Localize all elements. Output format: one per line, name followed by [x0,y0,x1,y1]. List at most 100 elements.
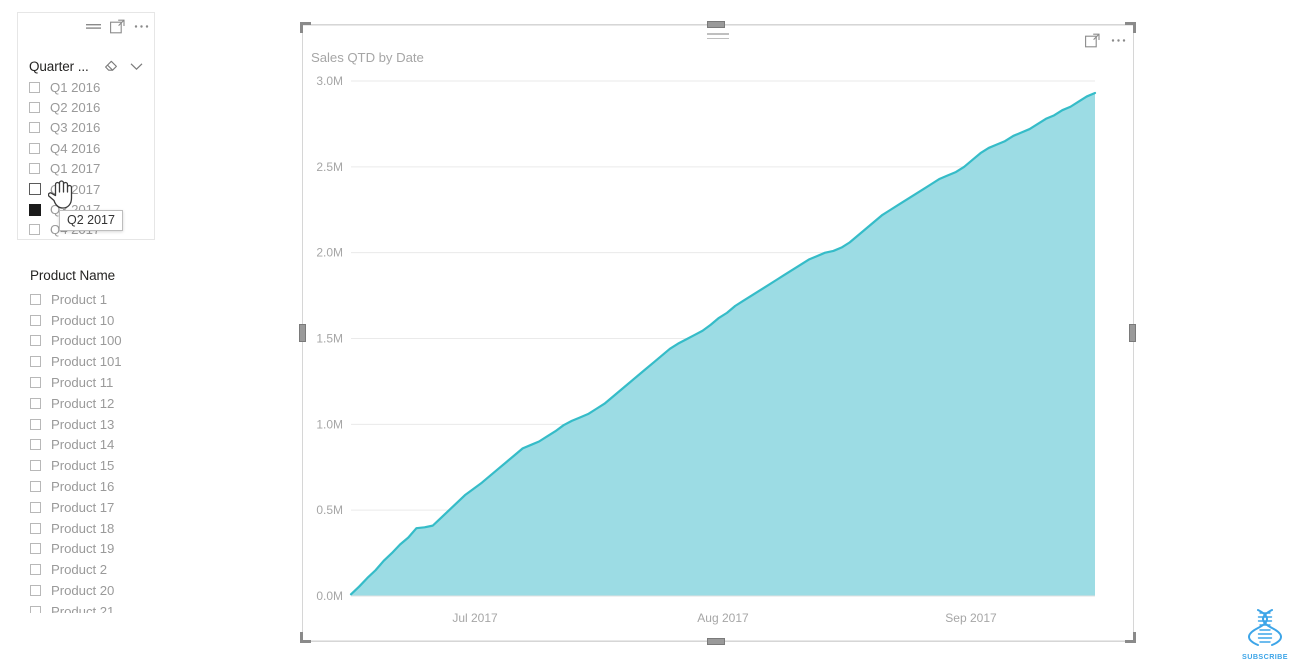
checkbox-icon[interactable] [30,314,41,326]
quarter-slicer-item-label: Q2 2017 [50,181,101,197]
product-slicer-item-label: Product 18 [51,520,115,536]
checkbox-icon[interactable] [29,183,41,196]
focus-mode-icon[interactable] [109,18,126,35]
y-axis-tick-label: 1.0M [316,417,343,431]
resize-handle-middle-right[interactable] [1129,324,1136,342]
sales-qtd-chart-visual[interactable]: Sales QTD by Date 0.0M 0.5M 1.0M 1.5M 2.0M 2.… [302,25,1134,641]
product-slicer-item-label: Product 16 [51,479,115,495]
quarter-slicer-item-label: Q1 2017 [50,161,101,177]
product-slicer-item-label: Product 2 [51,562,107,578]
checkbox-icon[interactable] [30,397,41,409]
more-options-icon[interactable] [1110,32,1127,49]
product-slicer-item[interactable]: Product 17 [30,497,180,518]
checkbox-icon[interactable] [30,481,41,493]
quarter-slicer-item[interactable]: Q1 2016 [29,77,150,97]
subscribe-label: SUBSCRIBE [1242,652,1288,661]
product-slicer-item-label: Product 14 [51,437,115,453]
resize-handle-middle-left[interactable] [299,324,306,342]
checkbox-icon[interactable] [30,522,41,534]
quarter-slicer-item[interactable]: Q2 2016 [29,97,150,117]
product-slicer-item[interactable]: Product 11 [30,372,180,393]
product-slicer-item-label: Product 101 [51,354,122,370]
checkbox-icon[interactable] [30,293,41,305]
checkbox-icon[interactable] [30,605,41,613]
checkbox-icon[interactable] [29,142,40,154]
visual-drag-handle[interactable] [707,33,729,42]
y-axis-tick-label: 0.0M [316,589,343,603]
y-axis-tick-label: 0.5M [316,503,343,517]
resize-handle-top-center[interactable] [707,21,725,28]
product-slicer-item[interactable]: Product 2 [30,559,180,580]
chart-plot-area[interactable]: 0.0M 0.5M 1.0M 1.5M 2.0M 2.5M 3.0M Jul 2017 Aug … [303,71,1133,641]
resize-handle-bottom-right[interactable] [1125,632,1136,643]
y-axis-tick-label: 1.5M [316,332,343,346]
quarter-slicer-header: Quarter ... [29,56,147,76]
product-slicer-item[interactable]: Product 1 [30,289,180,310]
product-slicer-item-label: Product 19 [51,541,115,557]
y-axis-tick-label: 2.5M [316,160,343,174]
checkbox-icon[interactable] [29,102,40,114]
checkbox-icon[interactable] [30,377,41,389]
eraser-icon[interactable] [102,58,119,75]
product-slicer-item[interactable]: Product 16 [30,476,180,497]
resize-handle-top-left[interactable] [300,22,311,33]
product-slicer-item-label: Product 100 [51,333,122,349]
area-series-fill[interactable] [351,93,1095,596]
checkbox-icon[interactable] [30,439,41,451]
checkbox-icon[interactable] [29,81,40,93]
product-slicer-item[interactable]: Product 101 [30,351,180,372]
product-slicer-item[interactable]: Product 15 [30,455,180,476]
quarter-slicer-item-label: Q4 2016 [50,140,101,156]
product-slicer-clip: Product Name Product 1 Product 10 Product … [30,268,230,613]
product-slicer-item-label: Product 12 [51,395,115,411]
x-axis-tick-label: Jul 2017 [452,611,498,625]
product-slicer-item[interactable]: Product 100 [30,331,180,352]
resize-handle-bottom-center[interactable] [707,638,725,645]
quarter-slicer-item[interactable]: Q4 2016 [29,138,150,158]
product-slicer-item[interactable]: Product 21 [30,601,180,613]
checkbox-icon[interactable] [30,585,41,597]
checkbox-icon[interactable] [29,122,40,134]
checkbox-icon[interactable] [29,224,40,236]
checkbox-icon[interactable] [30,418,41,430]
product-slicer-item-label: Product 1 [51,291,107,307]
x-axis-tick-label: Aug 2017 [697,611,749,625]
checkbox-icon[interactable] [30,543,41,555]
product-slicer-title: Product Name [30,268,116,283]
product-slicer-item-label: Product 17 [51,499,115,515]
product-slicer-item-label: Product 11 [51,375,114,391]
more-options-icon[interactable] [133,18,150,35]
product-slicer-item-label: Product 21 [51,603,115,613]
product-slicer-item[interactable]: Product 10 [30,310,180,331]
chart-title: Sales QTD by Date [311,50,424,65]
chevron-down-icon[interactable] [128,58,145,75]
checkbox-icon[interactable] [30,564,41,576]
quarter-slicer-item[interactable]: Q1 2017 [29,159,150,179]
quarter-slicer-item-label: Q1 2016 [50,79,101,95]
product-slicer-panel[interactable]: Product Name Product 1 Product 10 Product … [30,268,180,613]
checkbox-icon[interactable] [29,203,41,216]
focus-mode-icon[interactable] [1084,32,1101,49]
quarter-slicer-item[interactable]: Q3 2016 [29,118,150,138]
checkbox-icon[interactable] [30,460,41,472]
y-axis-tick-label: 3.0M [316,74,343,88]
checkbox-icon[interactable] [30,501,41,513]
quarter-slicer-item[interactable]: Q2 2017 [29,179,150,199]
checkbox-icon[interactable] [30,356,41,368]
resize-handle-top-right[interactable] [1125,22,1136,33]
product-slicer-item[interactable]: Product 19 [30,539,180,560]
product-slicer-item[interactable]: Product 20 [30,580,180,601]
product-slicer-item[interactable]: Product 14 [30,435,180,456]
product-slicer-item[interactable]: Product 12 [30,393,180,414]
quarter-slicer-panel[interactable]: Quarter ... Q1 2016 Q2 2016 Q3 2016 Q4 2016… [17,12,155,240]
checkbox-icon[interactable] [30,335,41,347]
product-slicer-item-label: Product 10 [51,312,115,328]
quarter-slicer-title: Quarter ... [29,58,89,74]
quarter-slicer-item-label: Q3 2016 [50,120,101,136]
product-slicer-item[interactable]: Product 18 [30,518,180,539]
product-slicer-item[interactable]: Product 13 [30,414,180,435]
resize-handle-bottom-left[interactable] [300,632,311,643]
x-axis-tick-label: Sep 2017 [945,611,997,625]
filter-icon[interactable] [85,18,102,35]
checkbox-icon[interactable] [29,163,40,175]
